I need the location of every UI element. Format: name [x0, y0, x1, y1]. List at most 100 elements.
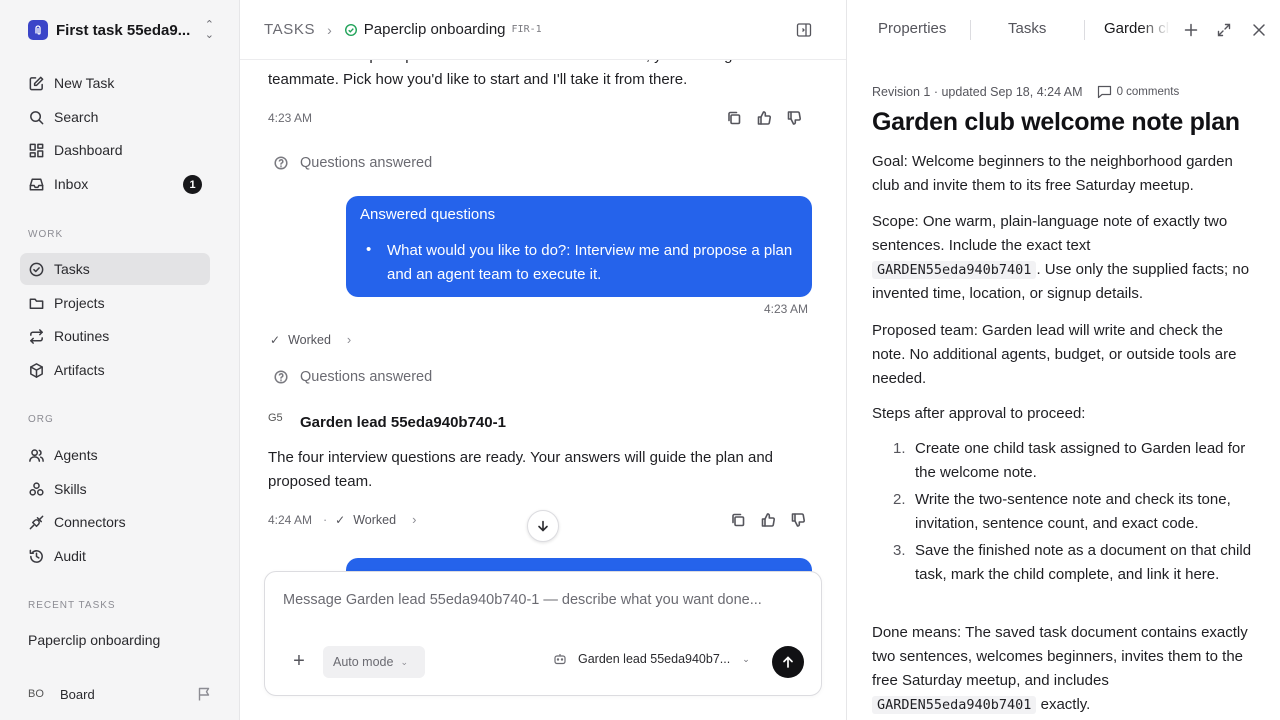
message-timestamp: 4:23 AM — [268, 111, 313, 125]
chevron-updown-icon: ⌃ ⌄ — [204, 19, 214, 41]
thumbs-up-icon[interactable] — [760, 512, 776, 528]
list-item: 2. Write the two-sentence note and check … — [872, 488, 1260, 536]
worked-toggle[interactable]: ✓ Worked › — [270, 332, 351, 347]
recent-task-item[interactable]: Paperclip onboarding — [28, 632, 160, 648]
nav-label: Dashboard — [54, 142, 123, 158]
bullet-dot: • — [366, 241, 372, 258]
step-number: 3. — [893, 542, 906, 559]
chevron-down-icon: ⌄ — [400, 656, 409, 667]
cube-icon — [30, 362, 43, 378]
code-snippet: GARDEN55eda940b7401 — [872, 261, 1037, 279]
separator-dot: · — [323, 512, 328, 527]
attach-button[interactable]: + — [289, 651, 309, 672]
code-snippet: GARDEN55eda940b7401 — [872, 696, 1037, 714]
send-button[interactable] — [772, 646, 804, 678]
step-text: Create one child task assigned to Garden… — [915, 440, 1246, 481]
workspace-switcher[interactable]: First task 55eda9... ⌃ ⌄ — [28, 19, 214, 41]
section-header-work: WORK — [28, 229, 64, 240]
thumbs-up-icon[interactable] — [756, 110, 772, 126]
step-number: 2. — [893, 491, 906, 508]
question-circle-icon — [274, 156, 288, 170]
sidebar-item-routines[interactable]: Routines — [20, 320, 210, 352]
message-composer: Message Garden lead 55eda940b740-1 — des… — [264, 571, 822, 696]
check-icon: ✓ — [335, 512, 346, 527]
panel-toggle-icon[interactable] — [796, 22, 812, 38]
tab-divider — [1084, 20, 1085, 40]
flag-icon[interactable] — [196, 686, 212, 702]
message-input[interactable]: Message Garden lead 55eda940b740-1 — des… — [283, 592, 762, 608]
worked-toggle[interactable]: · ✓ Worked › — [323, 512, 416, 527]
sidebar-item-connectors[interactable]: Connectors — [20, 506, 210, 538]
agent-name[interactable]: Garden lead 55eda940b740-1 — [300, 414, 506, 431]
nav-inbox[interactable]: Inbox 1 — [20, 168, 210, 200]
breadcrumb-tasks[interactable]: TASKS — [264, 21, 315, 38]
agent-avatar: G5 — [268, 412, 283, 424]
section-header-recent: RECENT TASKS — [28, 600, 116, 611]
nav-new-task[interactable]: New Task — [20, 67, 210, 99]
comments-count: 0 comments — [1116, 85, 1180, 98]
tab-properties[interactable]: Properties — [878, 20, 946, 37]
comments-link[interactable]: 0 comments — [1097, 84, 1180, 99]
paperclip-logo-icon — [28, 20, 48, 40]
nav-search[interactable]: Search — [20, 101, 210, 133]
check-circle-icon — [29, 262, 44, 276]
avatar: BO — [28, 688, 44, 700]
sidebar-item-skills[interactable]: Skills — [20, 473, 210, 505]
plus-icon[interactable] — [1183, 22, 1199, 38]
user-answer-bubble: Answered questions • What would you like… — [346, 196, 812, 297]
chevron-right-icon: › — [346, 332, 352, 347]
section-header-org: ORG — [28, 414, 54, 425]
users-icon — [29, 448, 44, 462]
expand-icon[interactable] — [1216, 22, 1232, 38]
check-icon: ✓ — [270, 332, 281, 347]
sidebar-item-tasks[interactable]: Tasks — [20, 253, 210, 285]
steps-list: 1. Create one child task assigned to Gard… — [872, 437, 1260, 590]
agent-message-text: teammate. Pick how you'd like to start a… — [268, 71, 688, 88]
task-conversation: TASKS › Paperclip onboarding FIR-1 Welco… — [240, 0, 846, 720]
task-id: FIR-1 — [511, 24, 542, 35]
thumbs-down-icon[interactable] — [790, 512, 806, 528]
history-icon — [29, 549, 43, 563]
team-paragraph: Proposed team: Garden lead will write an… — [872, 322, 1237, 387]
copy-icon[interactable] — [730, 512, 746, 528]
nav-label: Skills — [54, 481, 87, 497]
sidebar-item-audit[interactable]: Audit — [20, 540, 210, 572]
sidebar-item-projects[interactable]: Projects — [20, 287, 210, 319]
sidebar-item-artifacts[interactable]: Artifacts — [20, 354, 210, 386]
scroll-to-bottom-button[interactable] — [527, 510, 559, 542]
nav-label: Projects — [54, 295, 105, 311]
chevron-right-icon: › — [412, 512, 417, 527]
pencil-square-icon — [29, 76, 44, 90]
nav-label: New Task — [54, 75, 115, 91]
sidebar-item-agents[interactable]: Agents — [20, 439, 210, 471]
message-timestamp: 4:23 AM — [764, 302, 809, 316]
worked-label: Worked — [288, 332, 331, 347]
thumbs-down-icon[interactable] — [786, 110, 802, 126]
search-icon — [30, 110, 44, 124]
inbox-icon — [29, 178, 44, 190]
goal-paragraph: Goal: Welcome beginners to the neighborh… — [872, 153, 1233, 194]
revision-info: Revision 1 · updated Sep 18, 4:24 AM — [872, 84, 1083, 99]
list-item: 3. Save the finished note as a document o… — [872, 539, 1260, 587]
done-text: exactly. — [1040, 696, 1091, 713]
board-footer[interactable]: BO Board — [28, 684, 212, 704]
nav-label: Tasks — [54, 261, 90, 277]
done-paragraph: Done means: The saved task document cont… — [872, 621, 1260, 717]
breadcrumb: TASKS › Paperclip onboarding FIR-1 — [240, 0, 846, 60]
copy-icon[interactable] — [726, 110, 742, 126]
agent-selector[interactable]: Garden lead 55eda940b7... ⌄ — [553, 652, 750, 666]
close-icon[interactable] — [1251, 22, 1267, 38]
tab-tasks[interactable]: Tasks — [1008, 20, 1046, 37]
nav-label: Routines — [54, 328, 110, 344]
repeat-icon — [30, 328, 43, 344]
nav-dashboard[interactable]: Dashboard — [20, 134, 210, 166]
nav-label: Audit — [54, 548, 86, 564]
document-title: Garden club welcome note plan — [872, 108, 1240, 136]
mode-dropdown[interactable]: Auto mode ⌄ — [323, 646, 425, 678]
status-check-icon — [344, 23, 357, 36]
questions-answered-row: Questions answered — [274, 369, 432, 385]
done-text: Done means: The saved task document cont… — [872, 624, 1248, 689]
list-item: 1. Create one child task assigned to Gard… — [872, 437, 1260, 485]
chevron-right-icon: › — [327, 21, 332, 38]
nav-label: Agents — [54, 447, 98, 463]
